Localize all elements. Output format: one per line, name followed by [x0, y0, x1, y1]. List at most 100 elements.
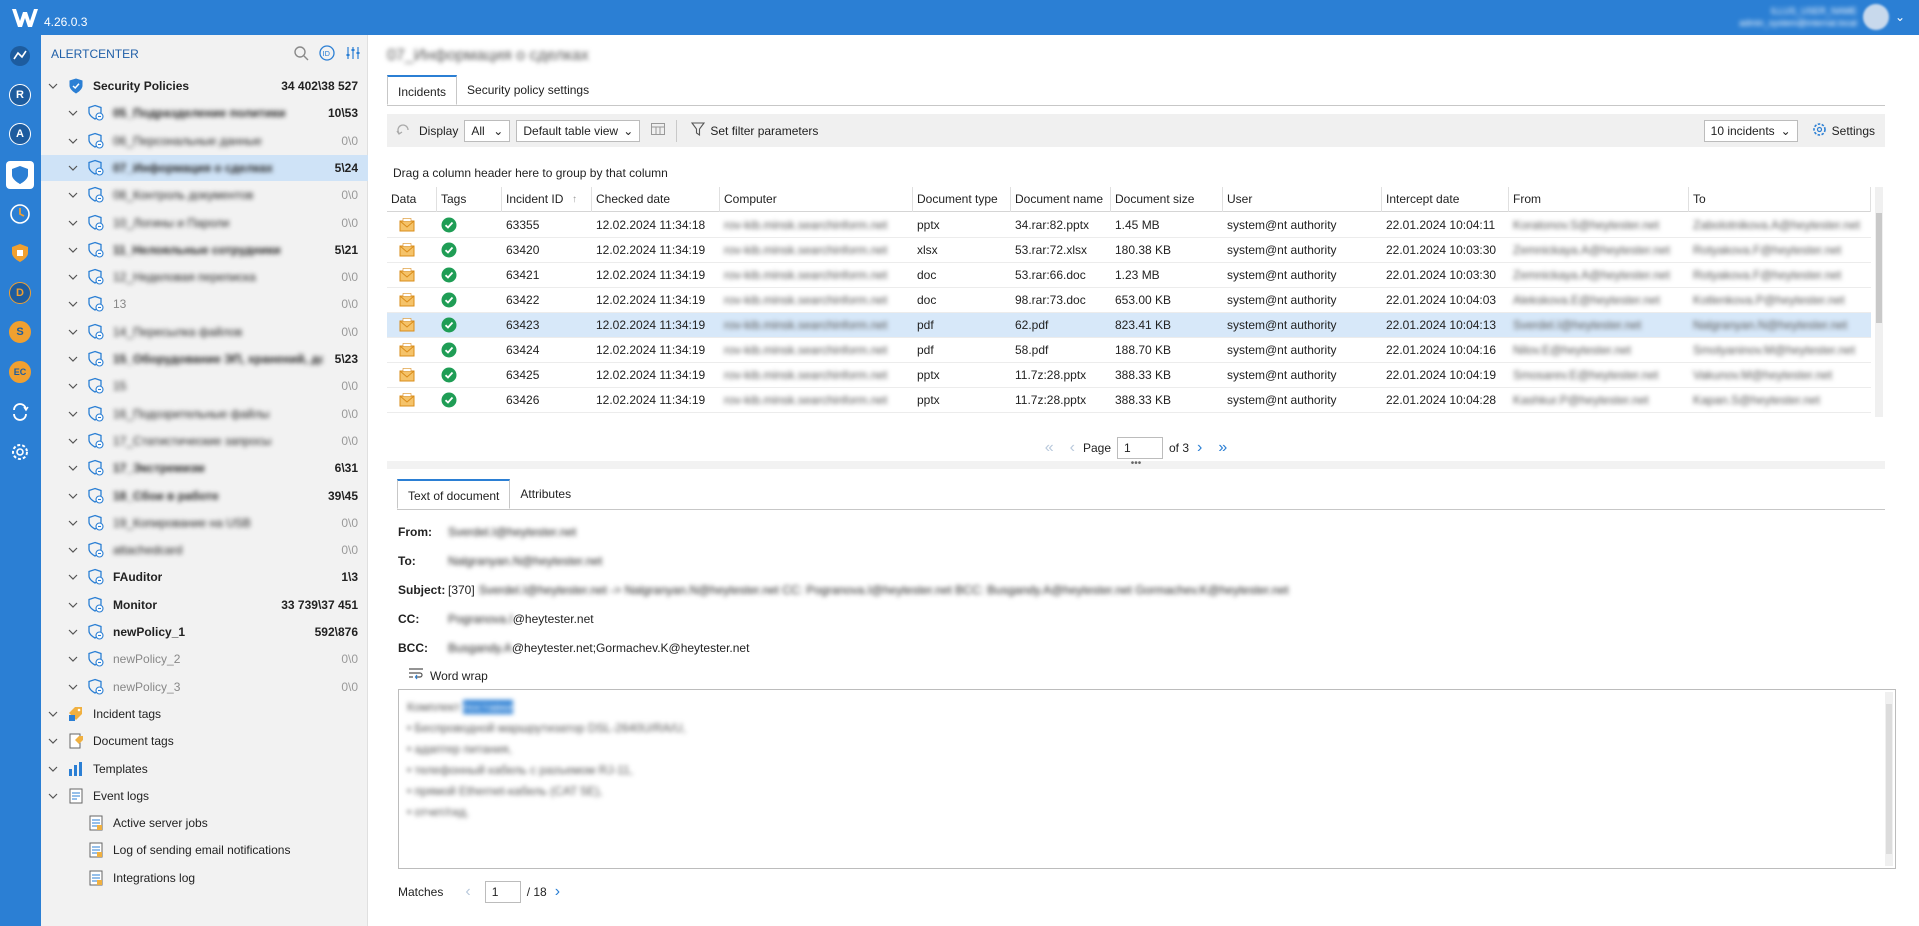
chevron-down-icon[interactable]	[67, 599, 79, 611]
grid-scrollbar[interactable]	[1875, 187, 1883, 417]
tree-item[interactable]: Active server jobs	[41, 810, 368, 836]
column-header[interactable]: Intercept date	[1382, 187, 1509, 212]
tree-item[interactable]: 08_Контроль документов 0\0	[41, 182, 368, 208]
next-match-icon[interactable]: ›	[555, 883, 560, 901]
tree-item[interactable]: attachedcard 0\0	[41, 537, 368, 563]
tab-text-of-document[interactable]: Text of document	[397, 479, 511, 509]
chevron-down-icon[interactable]	[47, 708, 59, 720]
reports-r-icon[interactable]: R	[9, 84, 31, 106]
column-header[interactable]: From	[1509, 187, 1689, 212]
tree-item[interactable]: 17_Статистические запросы 0\0	[41, 428, 368, 454]
column-header[interactable]: Incident ID	[502, 187, 592, 212]
search-icon[interactable]	[293, 45, 309, 61]
chevron-down-icon[interactable]	[67, 490, 79, 502]
tree-item[interactable]: newPolicy_1 592\876	[41, 619, 368, 645]
datacenter-d-icon[interactable]: D	[9, 282, 31, 304]
chevron-down-icon[interactable]	[67, 217, 79, 229]
document-scrollbar[interactable]	[1885, 692, 1893, 866]
tree-item[interactable]: 14_Пересылка файлов 0\0	[41, 319, 368, 345]
column-header[interactable]: Document type	[913, 187, 1011, 212]
chevron-down-icon[interactable]	[67, 653, 79, 665]
word-wrap-toggle[interactable]: Word wrap	[408, 666, 488, 685]
tree-item[interactable]: 05_Подразделение политики 10\53	[41, 100, 368, 126]
settings-button[interactable]: Settings	[1812, 122, 1875, 140]
tree-item[interactable]: Templates	[41, 756, 368, 782]
tree-item[interactable]: 18_Сбои в работе 39\45	[41, 483, 368, 509]
table-row[interactable]: 63424 12.02.2024 11:34:19 rov-kib.minsk.se…	[387, 338, 1871, 363]
table-row[interactable]: 63421 12.02.2024 11:34:19 rov-kib.minsk.se…	[387, 263, 1871, 288]
chevron-down-icon[interactable]	[47, 790, 59, 802]
chevron-down-icon[interactable]	[67, 571, 79, 583]
tree-item[interactable]: 17_Экстремизм 6\31	[41, 455, 368, 481]
panel-splitter[interactable]: •••	[387, 459, 1885, 469]
table-row[interactable]: 63425 12.02.2024 11:34:19 rov-kib.minsk.se…	[387, 363, 1871, 388]
tree-item[interactable]: 16_Подозрительные файлы 0\0	[41, 401, 368, 427]
chevron-down-icon[interactable]	[67, 462, 79, 474]
chevron-down-icon[interactable]	[67, 626, 79, 638]
avatar[interactable]	[1862, 4, 1889, 30]
refresh-icon[interactable]	[395, 121, 411, 140]
tree-item[interactable]: 10_Логины и Пароли 0\0	[41, 210, 368, 236]
chevron-down-icon[interactable]	[67, 544, 79, 556]
tree-item[interactable]: 11_Нелояльные сотрудники 5\21	[41, 237, 368, 263]
chevron-down-icon[interactable]	[67, 162, 79, 174]
chevron-down-icon[interactable]	[67, 271, 79, 283]
chevron-down-icon[interactable]	[67, 189, 79, 201]
table-row[interactable]: 63422 12.02.2024 11:34:19 rov-kib.minsk.se…	[387, 288, 1871, 313]
column-header[interactable]: Data	[387, 187, 437, 212]
chevron-down-icon[interactable]	[67, 408, 79, 420]
chevron-down-icon[interactable]	[67, 326, 79, 338]
tree-item[interactable]: 19_Копирование на USB 0\0	[41, 510, 368, 536]
page-number-input[interactable]: 1	[1117, 437, 1163, 459]
column-header[interactable]: Document name	[1011, 187, 1111, 212]
tree-item[interactable]: Event logs	[41, 783, 368, 809]
tree-item[interactable]: 12_Неделовая переписка 0\0	[41, 264, 368, 290]
alertcenter-shield-icon[interactable]	[6, 161, 34, 189]
first-page-icon[interactable]: «	[1045, 439, 1054, 457]
analytics-a-icon[interactable]: A	[9, 123, 31, 145]
id-search-icon[interactable]: ID	[319, 45, 335, 61]
server-s-icon[interactable]: S	[9, 321, 31, 343]
gear-icon[interactable]	[9, 441, 31, 463]
chevron-down-icon[interactable]	[67, 135, 79, 147]
user-menu[interactable]: ILLUS_USER_NAME admin_system@internal.lo…	[1739, 4, 1905, 30]
shield-orange-icon[interactable]	[9, 242, 31, 264]
tree-item[interactable]: Log of sending email notifications	[41, 837, 368, 863]
tree-item[interactable]: newPolicy_2 0\0	[41, 646, 368, 672]
set-filter-button[interactable]: Set filter parameters	[691, 122, 818, 139]
tree-item[interactable]: Monitor 33 739\37 451	[41, 592, 368, 618]
tab-incidents[interactable]: Incidents	[387, 75, 458, 105]
tab-attributes[interactable]: Attributes	[510, 479, 581, 509]
sort-ascending-icon[interactable]: ↑	[572, 187, 577, 212]
column-header[interactable]: Checked date	[592, 187, 720, 212]
monitor-icon[interactable]	[9, 203, 31, 225]
chevron-down-icon[interactable]	[67, 517, 79, 529]
table-row[interactable]: 63423 12.02.2024 11:34:19 rov-kib.minsk.se…	[387, 313, 1871, 338]
tab-security-policy-settings[interactable]: Security policy settings	[457, 75, 599, 105]
display-select[interactable]: All ⌄	[464, 119, 511, 142]
tree-item[interactable]: 13 0\0	[41, 291, 368, 317]
tree-item[interactable]: 15_Оборудование ЭП, хранений, доступ... 5…	[41, 346, 368, 372]
chevron-down-icon[interactable]: ⌄	[1895, 10, 1905, 24]
table-row[interactable]: 63426 12.02.2024 11:34:19 rov-kib.minsk.se…	[387, 388, 1871, 413]
network-icon[interactable]	[9, 45, 31, 67]
column-header[interactable]: Computer	[720, 187, 913, 212]
match-number-input[interactable]: 1	[484, 881, 521, 903]
chevron-down-icon[interactable]	[47, 763, 59, 775]
chevron-down-icon[interactable]	[67, 244, 79, 256]
last-page-icon[interactable]: »	[1218, 439, 1227, 457]
column-header[interactable]: To	[1689, 187, 1871, 212]
chevron-down-icon[interactable]	[47, 735, 59, 747]
incidents-count-select[interactable]: 10 incidents ⌄	[1703, 119, 1798, 142]
chevron-down-icon[interactable]	[47, 80, 59, 92]
tree-item[interactable]: Security Policies 34 402\38 527	[41, 73, 368, 99]
column-header[interactable]: Tags	[437, 187, 502, 212]
chevron-down-icon[interactable]	[67, 681, 79, 693]
prev-match-icon[interactable]: ‹	[465, 883, 470, 901]
filter-settings-icon[interactable]	[345, 45, 361, 61]
ec-icon[interactable]: EC	[9, 361, 31, 383]
chevron-down-icon[interactable]	[67, 380, 79, 392]
table-row[interactable]: 63420 12.02.2024 11:34:19 rov-kib.minsk.se…	[387, 238, 1871, 263]
chevron-down-icon[interactable]	[67, 298, 79, 310]
tree-item[interactable]: 06_Персональные данные 0\0	[41, 128, 368, 154]
